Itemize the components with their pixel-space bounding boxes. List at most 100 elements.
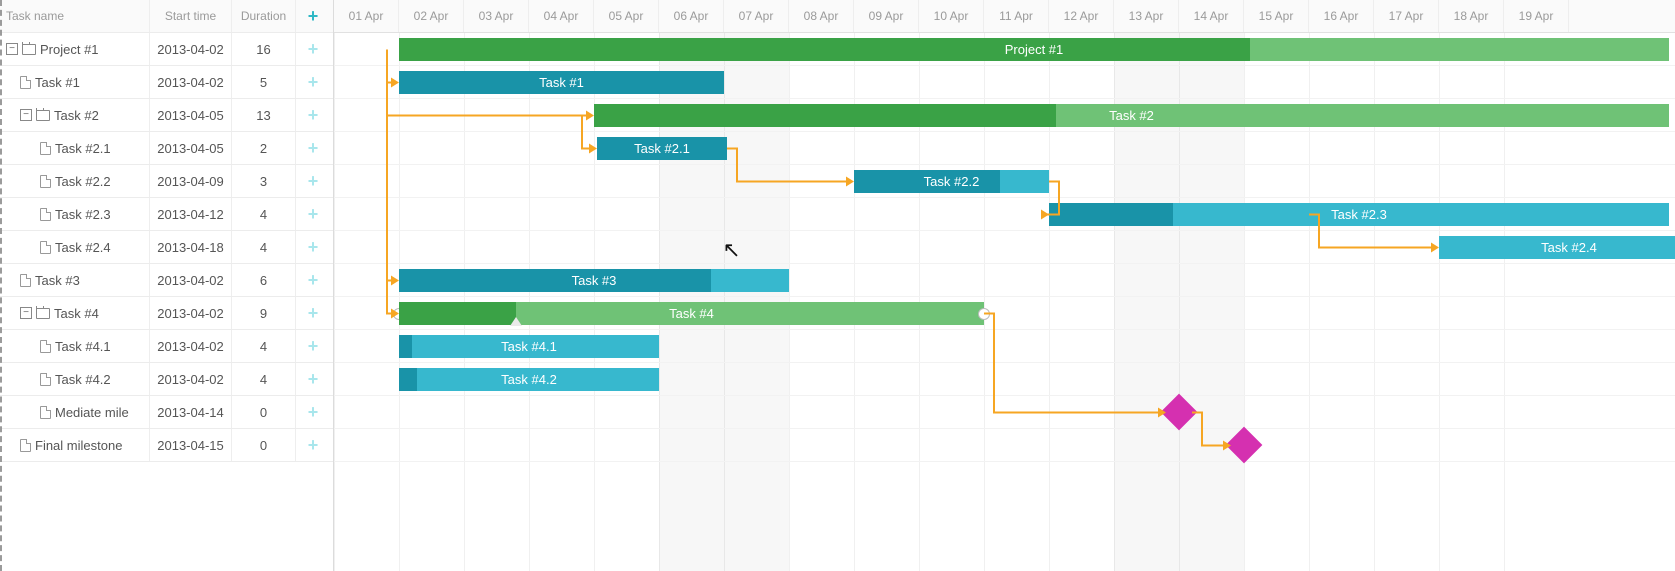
task-row[interactable]: Mediate mile2013-04-140+ (0, 396, 333, 429)
timeline-row[interactable]: Task #2 (334, 99, 1675, 132)
task-row[interactable]: Task #2.22013-04-093+ (0, 165, 333, 198)
timeline-day-header[interactable]: 01 Apr (334, 0, 399, 32)
timeline-day-header[interactable]: 11 Apr (984, 0, 1049, 32)
timeline-day-header[interactable]: 12 Apr (1049, 0, 1114, 32)
timeline-day-header[interactable]: 13 Apr (1114, 0, 1179, 32)
timeline-day-header[interactable]: 03 Apr (464, 0, 529, 32)
add-task-button[interactable]: + (296, 33, 330, 65)
add-task-button[interactable]: + (296, 330, 330, 362)
task-start-cell[interactable]: 2013-04-02 (150, 363, 232, 395)
task-row[interactable]: Task #4.12013-04-024+ (0, 330, 333, 363)
timeline-row[interactable]: Task #4.1 (334, 330, 1675, 363)
timeline-row[interactable]: Task #2.2 (334, 165, 1675, 198)
task-bar[interactable]: Task #4.1 (399, 335, 659, 358)
add-task-button[interactable]: + (296, 231, 330, 263)
timeline-day-header[interactable]: 04 Apr (529, 0, 594, 32)
task-duration-cell[interactable]: 3 (232, 165, 296, 197)
task-row[interactable]: Task #32013-04-026+ (0, 264, 333, 297)
task-bar[interactable]: Task #2.1 (597, 137, 727, 160)
add-column-button[interactable]: + (296, 0, 330, 32)
timeline-row[interactable] (334, 396, 1675, 429)
task-bar[interactable]: Task #1 (399, 71, 724, 94)
task-duration-cell[interactable]: 4 (232, 198, 296, 230)
tree-toggle-icon[interactable]: − (6, 43, 18, 55)
timeline-row[interactable] (334, 429, 1675, 462)
task-start-cell[interactable]: 2013-04-02 (150, 330, 232, 362)
task-duration-cell[interactable]: 9 (232, 297, 296, 329)
task-duration-cell[interactable]: 4 (232, 363, 296, 395)
timeline-day-header[interactable]: 05 Apr (594, 0, 659, 32)
timeline-row[interactable]: Task #1 (334, 66, 1675, 99)
timeline-day-header[interactable]: 18 Apr (1439, 0, 1504, 32)
task-start-cell[interactable]: 2013-04-02 (150, 264, 232, 296)
col-header-start[interactable]: Start time (150, 0, 232, 32)
tree-toggle-icon[interactable]: − (20, 307, 32, 319)
grid-resize-handle[interactable] (0, 0, 2, 571)
task-duration-cell[interactable]: 16 (232, 33, 296, 65)
add-task-button[interactable]: + (296, 132, 330, 164)
timeline-row[interactable]: Task #3 (334, 264, 1675, 297)
task-row[interactable]: Task #2.12013-04-052+ (0, 132, 333, 165)
timeline-row[interactable]: Task #4.2 (334, 363, 1675, 396)
timeline-day-header[interactable]: 17 Apr (1374, 0, 1439, 32)
add-task-button[interactable]: + (296, 363, 330, 395)
task-duration-cell[interactable]: 0 (232, 429, 296, 461)
task-start-cell[interactable]: 2013-04-05 (150, 99, 232, 131)
add-task-button[interactable]: + (296, 99, 330, 131)
timeline-day-header[interactable]: 14 Apr (1179, 0, 1244, 32)
task-start-cell[interactable]: 2013-04-12 (150, 198, 232, 230)
col-header-duration[interactable]: Duration (232, 0, 296, 32)
add-task-button[interactable]: + (296, 66, 330, 98)
task-start-cell[interactable]: 2013-04-05 (150, 132, 232, 164)
timeline-day-header[interactable]: 09 Apr (854, 0, 919, 32)
add-task-button[interactable]: + (296, 429, 330, 461)
col-header-name[interactable]: Task name (0, 0, 150, 32)
project-bar[interactable]: Task #4 (399, 302, 984, 325)
task-duration-cell[interactable]: 4 (232, 330, 296, 362)
timeline-day-header[interactable]: 08 Apr (789, 0, 854, 32)
task-start-cell[interactable]: 2013-04-02 (150, 297, 232, 329)
timeline-day-header[interactable]: 06 Apr (659, 0, 724, 32)
add-task-button[interactable]: + (296, 297, 330, 329)
task-start-cell[interactable]: 2013-04-09 (150, 165, 232, 197)
timeline-area[interactable]: 01 Apr02 Apr03 Apr04 Apr05 Apr06 Apr07 A… (334, 0, 1675, 571)
timeline-row[interactable]: Task #2.3 (334, 198, 1675, 231)
milestone-marker[interactable] (1226, 427, 1263, 464)
add-task-button[interactable]: + (296, 396, 330, 428)
task-duration-cell[interactable]: 6 (232, 264, 296, 296)
task-row[interactable]: Task #4.22013-04-024+ (0, 363, 333, 396)
add-task-button[interactable]: + (296, 264, 330, 296)
timeline-row[interactable]: Task #2.1 (334, 132, 1675, 165)
timeline-row[interactable]: Project #1 (334, 33, 1675, 66)
task-row[interactable]: Task #2.42013-04-184+ (0, 231, 333, 264)
task-row[interactable]: −Task #42013-04-029+ (0, 297, 333, 330)
task-bar[interactable]: Task #4.2 (399, 368, 659, 391)
task-duration-cell[interactable]: 5 (232, 66, 296, 98)
timeline-row[interactable]: Task #2.4 (334, 231, 1675, 264)
task-bar[interactable]: Task #2.4 (1439, 236, 1675, 259)
project-bar[interactable]: Task #2 (594, 104, 1669, 127)
timeline-row[interactable]: Task #4 (334, 297, 1675, 330)
task-duration-cell[interactable]: 2 (232, 132, 296, 164)
task-duration-cell[interactable]: 0 (232, 396, 296, 428)
task-row[interactable]: −Project #12013-04-0216+ (0, 33, 333, 66)
timeline-day-header[interactable]: 10 Apr (919, 0, 984, 32)
timeline-day-header[interactable]: 16 Apr (1309, 0, 1374, 32)
task-duration-cell[interactable]: 4 (232, 231, 296, 263)
task-row[interactable]: Task #12013-04-025+ (0, 66, 333, 99)
project-bar[interactable]: Project #1 (399, 38, 1669, 61)
progress-drag-handle[interactable] (510, 317, 522, 326)
timeline-day-header[interactable]: 15 Apr (1244, 0, 1309, 32)
task-duration-cell[interactable]: 13 (232, 99, 296, 131)
task-row[interactable]: −Task #22013-04-0513+ (0, 99, 333, 132)
task-row[interactable]: Final milestone2013-04-150+ (0, 429, 333, 462)
task-bar[interactable]: Task #3 (399, 269, 789, 292)
milestone-marker[interactable] (1161, 394, 1198, 431)
add-task-button[interactable]: + (296, 198, 330, 230)
task-bar[interactable]: Task #2.3 (1049, 203, 1669, 226)
task-start-cell[interactable]: 2013-04-15 (150, 429, 232, 461)
timeline-day-header[interactable]: 07 Apr (724, 0, 789, 32)
tree-toggle-icon[interactable]: − (20, 109, 32, 121)
timeline-day-header[interactable]: 19 Apr (1504, 0, 1569, 32)
add-task-button[interactable]: + (296, 165, 330, 197)
